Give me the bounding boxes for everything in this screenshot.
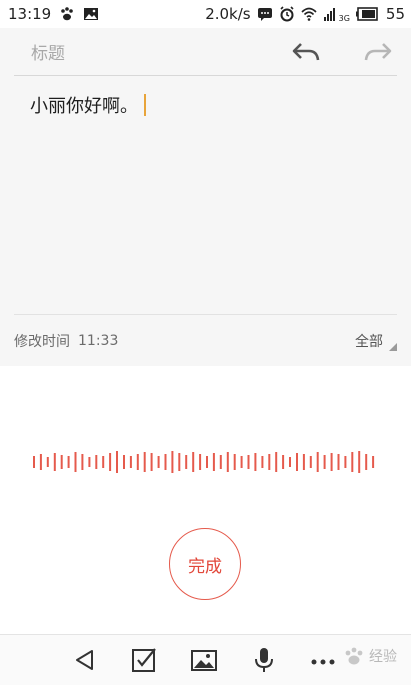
checkbox-icon[interactable] [131, 647, 157, 673]
waveform-bar [102, 456, 105, 468]
status-time: 13:19 [8, 5, 52, 23]
status-bar: 13:19 2.0k/s 3G 55 [0, 0, 411, 28]
microphone-icon[interactable] [251, 647, 277, 673]
modified-time: 11:33 [78, 332, 119, 349]
waveform-bar [129, 456, 132, 468]
undo-icon[interactable] [291, 40, 321, 64]
waveform-bar [296, 453, 298, 471]
waveform-bar [268, 454, 271, 470]
waveform-bar [164, 454, 167, 470]
waveform-bar [123, 455, 125, 469]
waveform-bar [261, 456, 264, 468]
network-speed: 2.0k/s [205, 5, 251, 23]
waveform-bar [212, 453, 215, 471]
waveform-bar [254, 453, 257, 471]
watermark-text: 经验 [369, 649, 397, 665]
voice-waveform [33, 451, 375, 473]
title-input[interactable]: 标题 [14, 39, 65, 64]
image-icon[interactable] [191, 647, 217, 673]
waveform-bar [282, 455, 285, 469]
bottom-toolbar: 经验 [0, 634, 411, 685]
waveform-bar [372, 456, 375, 468]
waveform-bar [136, 454, 139, 470]
waveform-bar [60, 455, 63, 469]
waveform-bar [109, 453, 112, 471]
modified-label: 修改时间 [14, 333, 70, 350]
waveform-bar [323, 455, 326, 469]
done-button[interactable]: 完成 [169, 528, 241, 600]
waveform-bar [95, 455, 98, 469]
waveform-bar [309, 456, 312, 468]
text-cursor [144, 94, 146, 116]
waveform-bar [74, 452, 77, 472]
waveform-bar [233, 454, 236, 470]
waveform-bar [289, 457, 291, 467]
waveform-bar [67, 456, 70, 468]
waveform-bar [81, 454, 84, 470]
waveform-bar [337, 454, 340, 470]
waveform-bar [178, 453, 181, 471]
waveform-bar [351, 452, 354, 472]
image-icon [84, 8, 99, 20]
alarm-icon [280, 6, 294, 22]
message-icon [257, 8, 272, 21]
waveform-bar [88, 457, 91, 467]
waveform-bar [33, 456, 35, 468]
waveform-bar [344, 456, 347, 468]
waveform-bar [365, 454, 368, 470]
waveform-bar [330, 453, 333, 471]
note-body-text: 小丽你好啊。 [30, 96, 138, 117]
watermark: 经验 [343, 645, 397, 667]
waveform-bar [192, 452, 195, 472]
waveform-bar [39, 454, 42, 470]
waveform-bar [157, 456, 160, 468]
waveform-bar [219, 455, 222, 469]
note-editor: 标题 小丽你好啊。 修改时间 11:33 全部 [0, 28, 411, 366]
category-select[interactable]: 全部 [355, 315, 397, 367]
redo-icon[interactable] [363, 40, 393, 64]
waveform-bar [275, 452, 278, 472]
voice-input-panel: 完成 [0, 366, 411, 634]
network-type: 3G [338, 13, 350, 23]
waveform-bar [185, 455, 188, 469]
wifi-icon [301, 7, 317, 21]
paw-icon [61, 7, 74, 21]
waveform-bar [143, 452, 146, 472]
meta-row: 修改时间 11:33 全部 [14, 314, 397, 366]
more-icon[interactable] [310, 647, 336, 673]
note-body[interactable]: 小丽你好啊。 [30, 92, 146, 118]
waveform-bar [150, 453, 153, 471]
waveform-bar [171, 451, 174, 473]
waveform-bar [53, 453, 56, 471]
waveform-bar [247, 455, 250, 469]
waveform-bar [226, 452, 229, 472]
battery-icon [355, 7, 378, 21]
waveform-bar [199, 454, 202, 470]
battery-level: 55 [385, 5, 405, 23]
watermark-paw-icon [345, 647, 363, 665]
waveform-bar [302, 454, 305, 470]
waveform-bar [116, 451, 118, 473]
waveform-bar [240, 456, 243, 468]
category-label: 全部 [355, 334, 383, 350]
waveform-bar [316, 452, 319, 472]
back-icon[interactable] [72, 647, 98, 673]
waveform-bar [358, 451, 361, 473]
title-row: 标题 [14, 28, 397, 76]
dropdown-corner-icon [389, 343, 397, 351]
waveform-bar [206, 456, 208, 468]
waveform-bar [46, 457, 49, 467]
